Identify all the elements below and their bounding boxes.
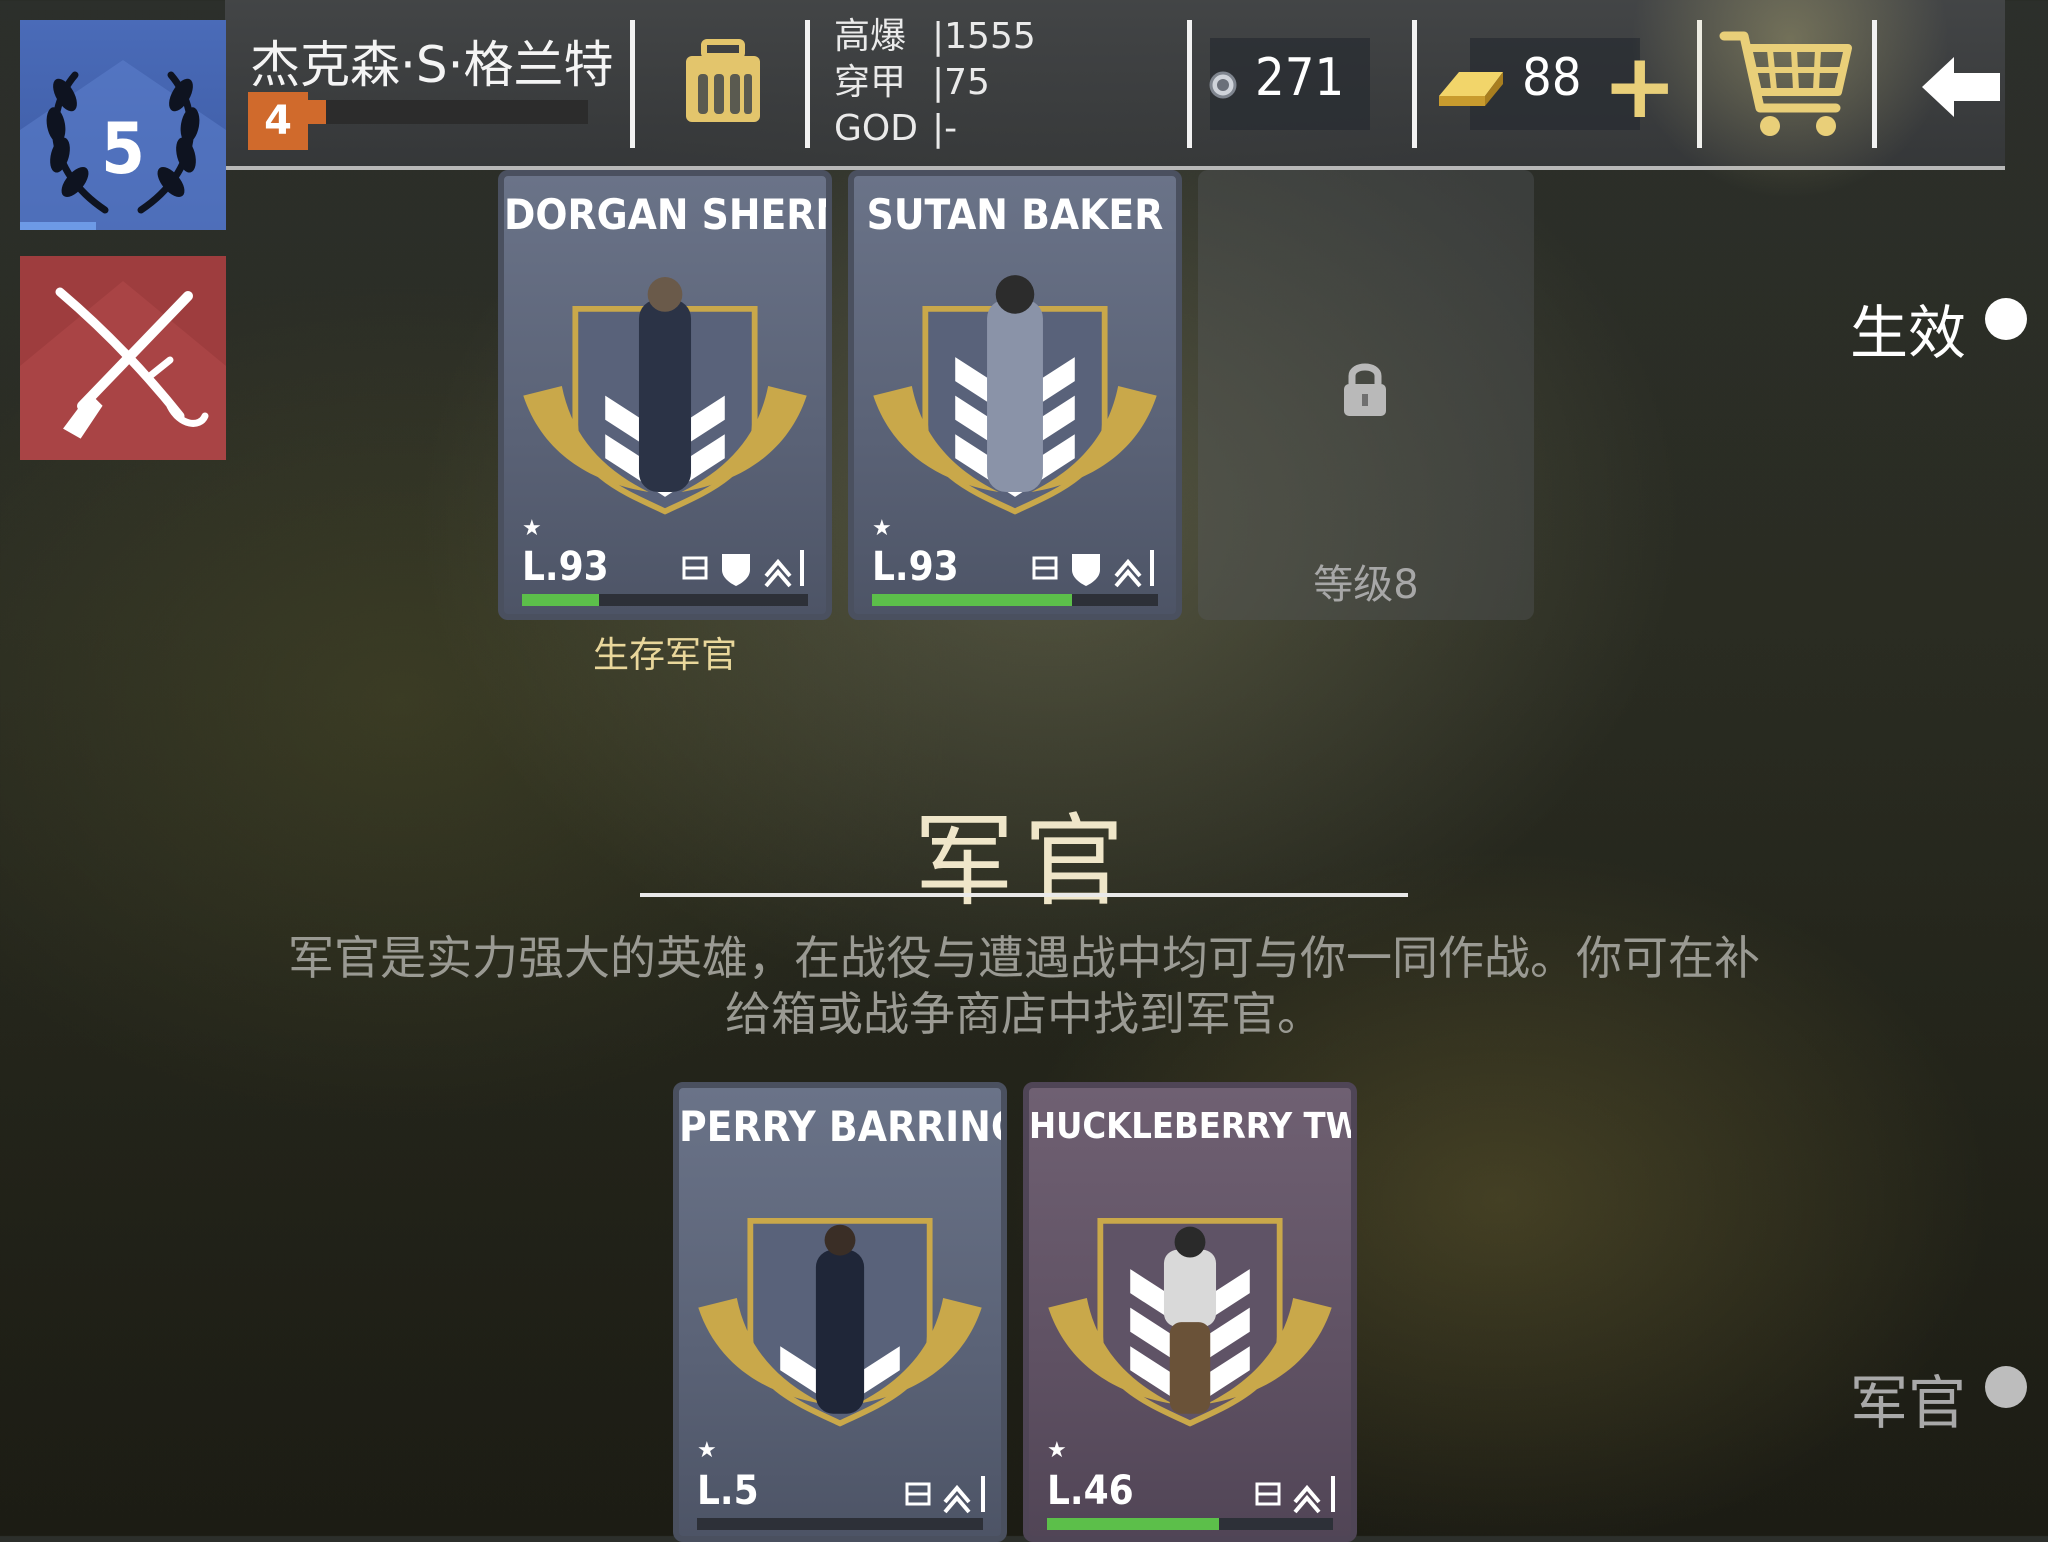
officer-progress-fill	[1047, 1518, 1219, 1530]
section-description: 军官是实力强大的英雄，在战役与遭遇战中均可与你一同作战。你可在补 给箱或战争商店…	[240, 930, 1808, 1042]
stat-label: 穿甲	[834, 62, 907, 103]
divider	[630, 20, 635, 148]
gold-bar-icon	[1439, 72, 1503, 106]
description-line: 军官是实力强大的英雄，在战役与遭遇战中均可与你一同作战。你可在补	[288, 931, 1760, 985]
active-section-label[interactable]: 生效	[1850, 286, 1966, 370]
rank-progress-bar	[20, 222, 96, 230]
silver-coin-icon	[1209, 71, 1237, 99]
stat-label: 高爆	[834, 16, 907, 57]
player-name: 杰克森·S·格兰特	[250, 36, 614, 94]
officer-level: L.5	[697, 1468, 759, 1514]
stats-labels: 高爆 穿甲 GOD	[834, 14, 918, 152]
officer-progress-bar	[522, 594, 808, 606]
xp-bar-fill	[308, 100, 326, 124]
xp-bar	[308, 100, 588, 124]
active-section-indicator[interactable]	[1985, 298, 2027, 340]
officer-trait-icons	[1255, 1476, 1335, 1514]
officer-trait-icons	[682, 550, 804, 588]
officers-section-label[interactable]: 军官	[1850, 1356, 1966, 1440]
officer-progress-bar	[1047, 1518, 1333, 1530]
officer-portrait-icon	[698, 1217, 982, 1427]
section-title: 军官	[914, 803, 1134, 920]
shopping-cart-icon[interactable]	[1718, 26, 1856, 144]
stat-value: |1555	[932, 16, 1036, 57]
officer-card[interactable]: PERRY BARRINGER ★ L.5	[673, 1082, 1007, 1542]
divider	[805, 20, 810, 148]
officer-progress-bar	[697, 1518, 983, 1530]
officers-section-indicator[interactable]	[1985, 1366, 2027, 1408]
officer-star: ★	[872, 516, 892, 541]
officer-level: L.93	[872, 544, 959, 590]
officer-progress-fill	[872, 594, 1073, 606]
officer-star: ★	[522, 516, 542, 541]
silver-amount: 271	[1255, 48, 1345, 108]
locked-slot-requirement: 等级8	[1313, 562, 1419, 608]
sub-level-badge: 4	[248, 92, 308, 150]
divider	[1872, 20, 1877, 148]
stat-label: GOD	[834, 108, 918, 149]
officer-level: L.46	[1047, 1468, 1134, 1514]
stat-value: |75	[932, 62, 990, 103]
officer-star: ★	[697, 1438, 717, 1463]
officer-level: L.93	[522, 544, 609, 590]
officer-portrait-icon	[873, 275, 1157, 515]
officer-portrait-icon	[523, 277, 807, 515]
officer-role-caption: 生存军官	[592, 635, 737, 676]
officer-name: DORGAN SHERMAN	[504, 190, 826, 239]
description-line: 给箱或战争商店中找到军官。	[725, 987, 1323, 1041]
lock-icon	[1344, 363, 1386, 416]
divider	[1412, 20, 1417, 148]
rank-badge[interactable]: 5	[20, 20, 226, 230]
officer-card[interactable]: SUTAN BAKER ★ L.93	[848, 170, 1182, 620]
crossed-musket-saber-icon	[20, 281, 226, 460]
title-underline	[640, 893, 1408, 897]
back-arrow-icon[interactable]	[1920, 55, 2002, 119]
stat-value: |-	[932, 108, 958, 149]
officer-portrait-icon	[1048, 1217, 1332, 1427]
officer-name: PERRY BARRINGER	[679, 1102, 1001, 1151]
officer-trait-icons	[905, 1476, 985, 1514]
officer-progress-fill	[522, 594, 600, 606]
officer-progress-bar	[872, 594, 1158, 606]
battle-mode-button[interactable]	[20, 256, 226, 460]
stats-values: |1555 |75 |-	[932, 14, 1036, 152]
officer-name: HUCKLEBERRY TWIGGS	[1029, 1106, 1351, 1147]
divider	[1187, 20, 1192, 148]
officer-trait-icons	[1032, 550, 1154, 588]
officer-name: SUTAN BAKER	[866, 190, 1164, 239]
officer-card[interactable]: HUCKLEBERRY TWIGGS ★ L.46	[1023, 1082, 1357, 1542]
officer-star: ★	[1047, 1438, 1067, 1463]
ammo-box-icon[interactable]	[680, 38, 766, 128]
gold-amount: 88	[1522, 48, 1582, 108]
rank-number: 5	[101, 108, 145, 190]
officer-card[interactable]: DORGAN SHERMAN ★ L.93	[498, 170, 832, 620]
